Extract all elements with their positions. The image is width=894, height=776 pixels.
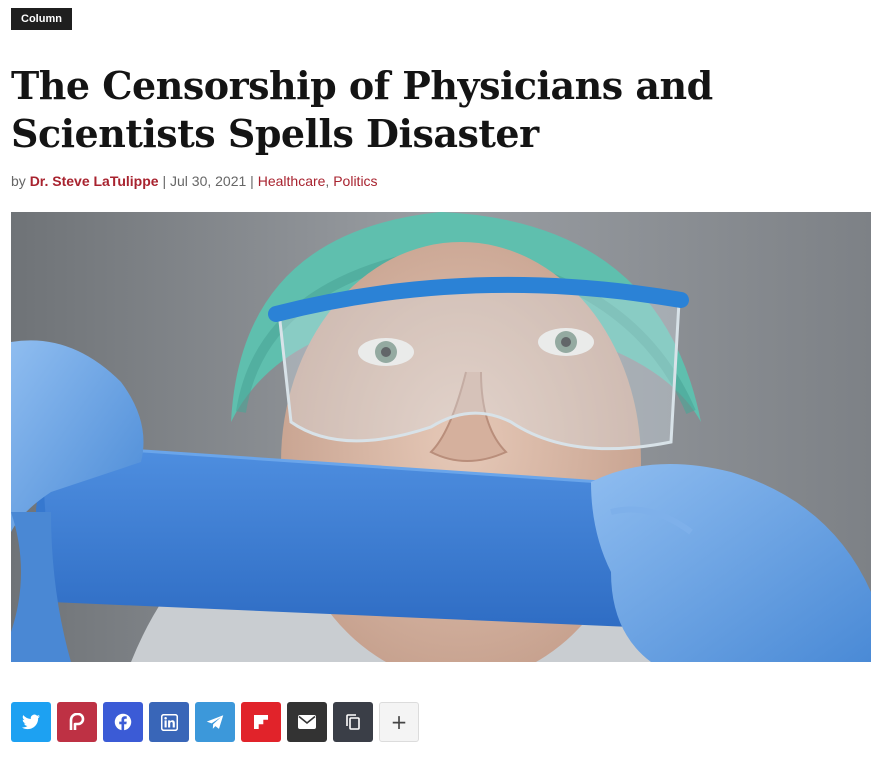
telegram-icon [206,715,224,729]
share-more-button[interactable]: + [379,702,419,742]
category-tag[interactable]: Column [11,8,72,30]
meta-separator: | [158,173,170,189]
share-twitter-button[interactable] [11,702,51,742]
copy-link-icon [346,714,360,730]
share-telegram-button[interactable] [195,702,235,742]
article-title: The Censorship of Physicians and Scienti… [11,63,713,156]
share-parler-button[interactable] [57,702,97,742]
category-link-healthcare[interactable]: Healthcare [258,173,326,189]
twitter-icon [22,714,40,730]
hero-image [11,212,871,662]
share-buttons: + [11,702,419,742]
facebook-icon [114,713,132,731]
author-link[interactable]: Dr. Steve LaTulippe [30,173,159,189]
publish-date: Jul 30, 2021 [170,173,247,189]
share-flipboard-button[interactable] [241,702,281,742]
article-meta: by Dr. Steve LaTulippe | Jul 30, 2021 | … [11,172,378,190]
category-link-politics[interactable]: Politics [333,173,377,189]
share-linkedin-button[interactable] [149,702,189,742]
email-icon [298,715,316,729]
meta-separator: | [246,173,258,189]
share-email-button[interactable] [287,702,327,742]
byline-prefix: by [11,173,30,189]
linkedin-icon [160,713,178,731]
flipboard-icon [254,715,268,729]
parler-icon [69,713,85,730]
share-copy-link-button[interactable] [333,702,373,742]
share-facebook-button[interactable] [103,702,143,742]
hero-illustration [11,212,871,662]
more-share-icon: + [390,710,408,734]
